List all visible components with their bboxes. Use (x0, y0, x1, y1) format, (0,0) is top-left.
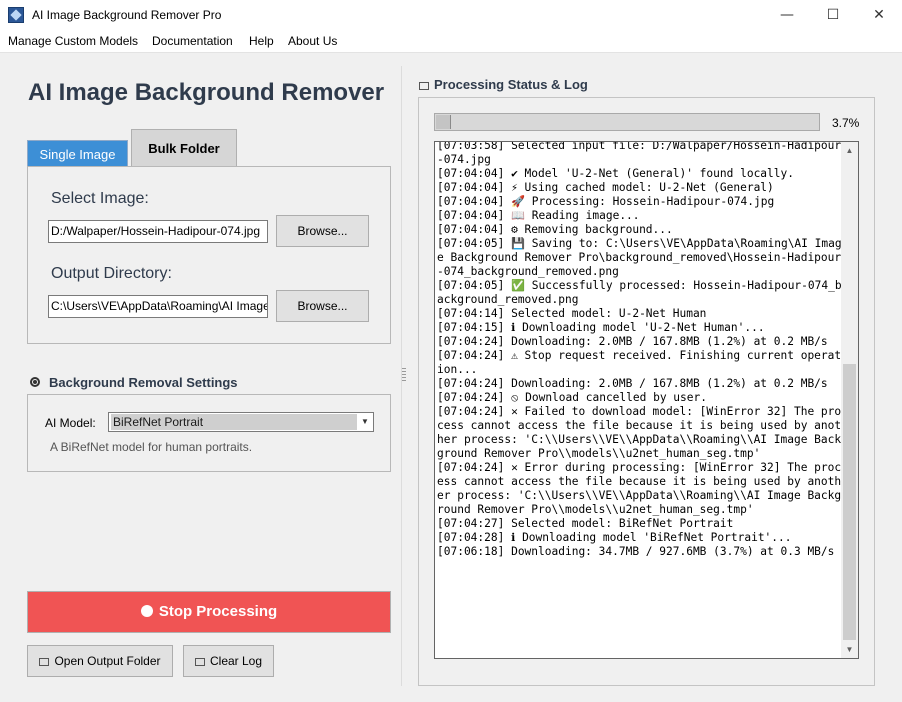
browse-image-button[interactable]: Browse... (276, 215, 369, 247)
browse-output-button[interactable]: Browse... (276, 290, 369, 322)
ai-model-label: AI Model: (45, 416, 96, 430)
log-line: [07:04:14] Selected model: U-2-Net Human (437, 307, 707, 320)
log-line: [07:04:28] ℹ Downloading model 'BiRefNet… (437, 531, 792, 544)
log-scrollbar[interactable]: ▲ ▼ (841, 142, 858, 658)
progress-bar (434, 113, 820, 131)
clear-icon (194, 658, 205, 666)
close-button[interactable]: ✕ (856, 0, 902, 30)
log-line: [07:04:27] Selected model: BiRefNet Port… (437, 517, 734, 530)
log-line: [07:04:04] ✔ Model 'U-2-Net (General)' f… (437, 167, 794, 180)
log-line: [07:04:24] ⚠ Stop request received. Fini… (437, 349, 842, 376)
output-directory-label: Output Directory: (51, 265, 172, 282)
log-line: [07:04:24] ✕ Failed to download model: [… (437, 405, 842, 460)
menu-manage-custom-models[interactable]: Manage Custom Models (8, 34, 138, 48)
scroll-thumb[interactable] (843, 364, 856, 640)
tab-single-image[interactable]: Single Image (27, 140, 128, 166)
settings-title: Background Removal Settings (49, 375, 238, 390)
menu-documentation[interactable]: Documentation (152, 34, 233, 48)
gear-icon (30, 377, 40, 387)
log-line: [07:06:18] Downloading: 34.7MB / 927.6MB… (437, 545, 835, 558)
log-lines: [07:03:58] Selected input file: D:/Walpa… (437, 141, 843, 559)
open-output-folder-button[interactable]: Open Output Folder (27, 645, 173, 677)
window-title: AI Image Background Remover Pro (32, 8, 222, 22)
log-line: [07:04:05] 💾 Saving to: C:\Users\VE\AppD… (437, 237, 842, 278)
log-line: [07:04:15] ℹ Downloading model 'U-2-Net … (437, 321, 765, 334)
open-output-folder-label: Open Output Folder (54, 654, 161, 668)
log-line: [07:04:05] ✅ Successfully processed: Hos… (437, 279, 842, 306)
minimize-button[interactable]: — (764, 0, 810, 30)
ai-model-selected-value: BiRefNet Portrait (111, 414, 357, 430)
log-line: [07:04:24] Downloading: 2.0MB / 167.8MB … (437, 377, 828, 390)
image-path-input[interactable]: D:/Walpaper/Hossein-Hadipour-074.jpg (48, 220, 268, 243)
scroll-down-icon[interactable]: ▼ (841, 641, 858, 658)
log-line: [07:04:04] 📖 Reading image... (437, 209, 640, 222)
menu-bar: Manage Custom Models Documentation Help … (0, 30, 902, 53)
maximize-button[interactable]: ☐ (810, 0, 856, 30)
model-description: A BiRefNet model for human portraits. (50, 440, 253, 454)
stop-icon (140, 605, 153, 617)
single-image-panel: Select Image: D:/Walpaper/Hossein-Hadipo… (27, 166, 391, 344)
settings-panel: AI Model: A BiRefNet model for human por… (27, 394, 391, 472)
clear-log-button[interactable]: Clear Log (183, 645, 274, 677)
chevron-down-icon[interactable]: ▼ (357, 413, 373, 431)
scroll-up-icon[interactable]: ▲ (841, 142, 858, 159)
progress-fill (436, 115, 451, 129)
app-icon (8, 7, 24, 23)
log-line: [07:04:24] Downloading: 2.0MB / 167.8MB … (437, 335, 828, 348)
log-line: [07:04:04] ⚡ Using cached model: U-2-Net… (437, 181, 774, 194)
select-image-label: Select Image: (51, 190, 149, 207)
clear-log-label: Clear Log (209, 654, 263, 668)
log-textbox[interactable]: [07:03:58] Selected input file: D:/Walpa… (434, 141, 859, 659)
stop-processing-label: Stop Processing (158, 603, 278, 620)
status-icon (419, 82, 429, 90)
tab-bulk-folder[interactable]: Bulk Folder (131, 129, 237, 167)
log-line: [07:04:04] 🚀 Processing: Hossein-Hadipou… (437, 195, 775, 208)
menu-about-us[interactable]: About Us (288, 34, 337, 48)
status-title: Processing Status & Log (434, 77, 588, 92)
log-line: [07:04:24] ✕ Error during processing: [W… (437, 461, 842, 516)
output-directory-input[interactable]: C:\Users\VE\AppData\Roaming\AI Image Bac… (48, 295, 268, 318)
log-line: [07:04:24] ⦸ Download cancelled by user. (437, 391, 707, 404)
title-bar: AI Image Background Remover Pro — ☐ ✕ (0, 0, 902, 30)
folder-icon (39, 658, 50, 666)
log-line: [07:03:58] Selected input file: D:/Walpa… (437, 141, 842, 166)
log-line: [07:04:04] ⚙ Removing background... (437, 223, 673, 236)
splitter-grip-icon[interactable] (402, 368, 406, 382)
stop-processing-button[interactable]: Stop Processing (27, 591, 391, 633)
page-title: AI Image Background Remover (28, 79, 385, 106)
menu-help[interactable]: Help (249, 34, 274, 48)
progress-percent: 3.7% (832, 116, 860, 130)
ai-model-select[interactable]: BiRefNet Portrait ▼ (108, 412, 374, 432)
